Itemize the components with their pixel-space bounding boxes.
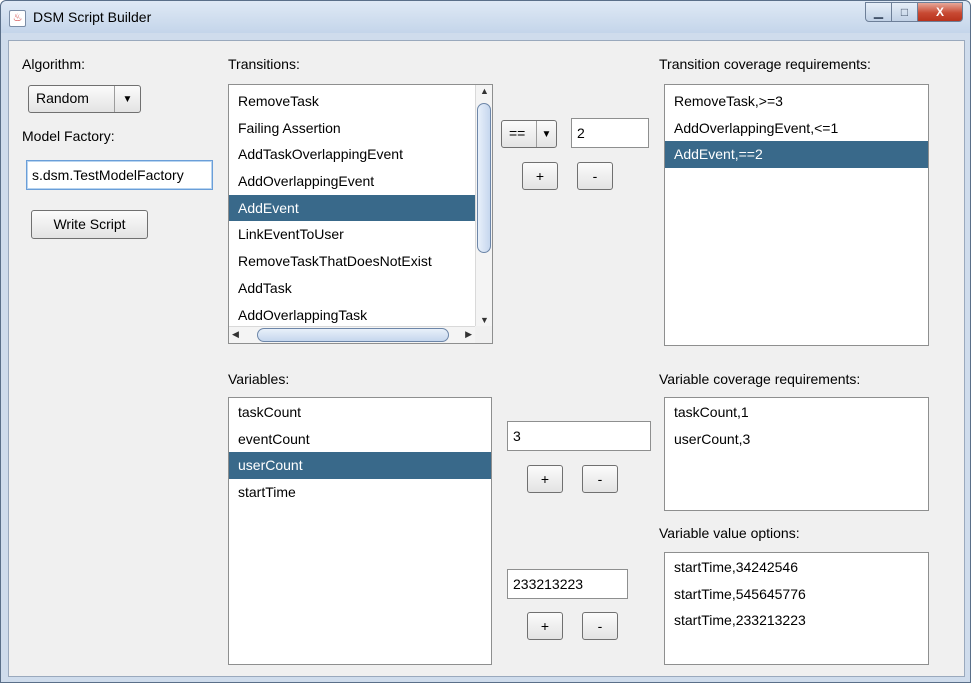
list-item[interactable]: AddOverlappingEvent,<=1 — [665, 115, 928, 142]
vertical-scroll-thumb[interactable] — [477, 103, 491, 253]
chevron-down-icon: ▼ — [536, 121, 556, 147]
content-panel: Algorithm: Random ▼ Model Factory: s.dsm… — [8, 40, 965, 677]
variable-option-field[interactable]: 233213223 — [507, 569, 628, 599]
arrow-right-icon[interactable]: ▶ — [465, 329, 472, 340]
java-cup-icon: ♨ — [9, 10, 26, 27]
variable-requirements-list[interactable]: taskCount,1 userCount,3 — [664, 397, 929, 511]
transitions-label: Transitions: — [228, 56, 300, 72]
window-controls: ▁ □ X — [865, 2, 963, 22]
variable-options-label: Variable value options: — [659, 525, 800, 541]
model-factory-field[interactable]: s.dsm.TestModelFactory — [26, 160, 213, 190]
variables-label: Variables: — [228, 371, 290, 387]
remove-transition-requirement-button[interactable]: - — [577, 162, 613, 190]
scroll-corner — [475, 326, 492, 343]
variable-options-list[interactable]: startTime,34242546 startTime,545645776 sta… — [664, 552, 929, 665]
remove-variable-option-button[interactable]: - — [582, 612, 618, 640]
transition-requirements-list[interactable]: RemoveTask,>=3 AddOverlappingEvent,<=1 Add… — [664, 84, 929, 346]
transitions-horizontal-scrollbar[interactable]: ◀ ▶ — [229, 326, 475, 343]
arrow-down-icon[interactable]: ▼ — [480, 315, 489, 325]
list-item[interactable]: RemoveTask,>=3 — [665, 88, 928, 115]
list-item[interactable]: AddOverlappingEvent — [229, 168, 477, 195]
remove-variable-requirement-button[interactable]: - — [582, 465, 618, 493]
algorithm-label: Algorithm: — [22, 56, 86, 72]
add-variable-option-button[interactable]: + — [527, 612, 563, 640]
list-item[interactable]: AddOverlappingTask — [229, 302, 477, 329]
list-item[interactable]: AddEvent,==2 — [665, 141, 928, 169]
horizontal-scroll-thumb[interactable] — [257, 328, 449, 342]
list-item[interactable]: AddTask — [229, 275, 477, 302]
variable-coverage-field[interactable]: 3 — [507, 421, 651, 451]
list-item[interactable]: startTime,545645776 — [665, 581, 928, 608]
algorithm-dropdown[interactable]: Random ▼ — [28, 85, 141, 113]
list-item[interactable]: startTime — [229, 479, 491, 506]
variable-requirements-label: Variable coverage requirements: — [659, 371, 861, 387]
add-variable-requirement-button[interactable]: + — [527, 465, 563, 493]
transitions-vertical-scrollbar[interactable]: ▲ ▼ — [475, 85, 492, 326]
list-item[interactable]: eventCount — [229, 426, 491, 453]
list-item[interactable]: taskCount,1 — [665, 399, 928, 426]
transition-count-field[interactable]: 2 — [571, 118, 649, 148]
algorithm-value: Random — [36, 90, 89, 106]
minimize-button[interactable]: ▁ — [865, 2, 892, 22]
list-item[interactable]: taskCount — [229, 399, 491, 426]
model-factory-value: s.dsm.TestModelFactory — [32, 167, 184, 183]
list-item[interactable]: startTime,34242546 — [665, 554, 928, 581]
list-item[interactable]: RemoveTask — [229, 88, 477, 115]
list-item[interactable]: AddEvent — [229, 194, 477, 222]
close-button[interactable]: X — [918, 2, 963, 22]
transition-requirements-label: Transition coverage requirements: — [659, 56, 871, 72]
list-item[interactable]: Failing Assertion — [229, 115, 477, 142]
write-script-button[interactable]: Write Script — [31, 210, 148, 239]
list-item[interactable]: AddTaskOverlappingEvent — [229, 141, 477, 168]
arrow-left-icon[interactable]: ◀ — [232, 329, 239, 340]
window-title: DSM Script Builder — [33, 9, 152, 25]
list-item[interactable]: LinkEventToUser — [229, 221, 477, 248]
list-item[interactable]: userCount,3 — [665, 426, 928, 453]
add-transition-requirement-button[interactable]: + — [522, 162, 558, 190]
app-window: ♨ DSM Script Builder ▁ □ X Algorithm: Ra… — [0, 0, 971, 683]
arrow-up-icon[interactable]: ▲ — [480, 86, 489, 96]
operator-dropdown[interactable]: == ▼ — [501, 120, 557, 148]
operator-value: == — [509, 125, 526, 141]
chevron-down-icon: ▼ — [114, 86, 140, 112]
list-item[interactable]: RemoveTaskThatDoesNotExist — [229, 248, 477, 275]
model-factory-label: Model Factory: — [22, 128, 115, 144]
variables-list[interactable]: taskCount eventCount userCount startTime — [228, 397, 492, 665]
maximize-button[interactable]: □ — [892, 2, 918, 22]
list-item[interactable]: userCount — [229, 452, 491, 480]
transitions-list[interactable]: RemoveTask Failing Assertion AddTaskOverla… — [228, 84, 493, 344]
list-item[interactable]: startTime,233213223 — [665, 607, 928, 634]
title-bar[interactable]: ♨ DSM Script Builder ▁ □ X — [1, 1, 970, 33]
